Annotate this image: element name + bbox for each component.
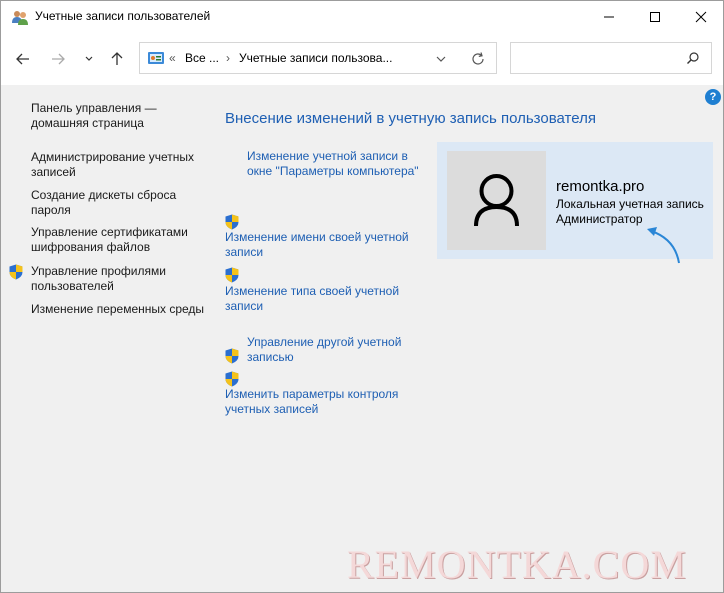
minimize-icon: [604, 16, 614, 18]
sidebar-item-password-reset-disk[interactable]: Создание дискеты сброса пароля: [31, 188, 211, 218]
account-type: Локальная учетная запись: [556, 197, 704, 211]
task-manage-another-account[interactable]: Управление другой учетной записью: [247, 335, 417, 365]
chevron-down-icon[interactable]: [434, 52, 448, 66]
address-overflow[interactable]: «: [169, 51, 176, 65]
arrow-left-icon: [16, 53, 29, 65]
close-button[interactable]: [678, 1, 724, 33]
sidebar-item-encryption-certificates[interactable]: Управление сертификатами шифрования файл…: [31, 225, 211, 255]
task-change-account-name[interactable]: Изменение имени своей учетной записи: [225, 230, 420, 260]
user-name: remontka.pro: [556, 178, 645, 195]
recent-locations-button[interactable]: [77, 47, 101, 71]
uac-shield-icon: [225, 348, 239, 364]
window-title: Учетные записи пользователей: [35, 9, 211, 23]
forward-button[interactable]: [46, 47, 70, 71]
users-icon: [12, 11, 28, 25]
navigation-bar: « Все ... › Учетные записи пользова...: [1, 33, 723, 85]
avatar: [447, 151, 546, 250]
close-icon: [695, 11, 707, 23]
arrow-up-icon: [111, 52, 123, 65]
search-box[interactable]: [510, 42, 712, 74]
refresh-icon[interactable]: [470, 51, 486, 67]
uac-shield-icon: [225, 214, 239, 230]
watermark: REMONTKA.COM: [347, 542, 687, 587]
maximize-button[interactable]: [632, 1, 678, 33]
arrow-right-icon: [52, 53, 65, 65]
breadcrumb-user-accounts[interactable]: Учетные записи пользова...: [239, 51, 392, 65]
sidebar-item-environment-variables[interactable]: Изменение переменных среды: [31, 302, 211, 317]
search-input[interactable]: [517, 49, 681, 69]
breadcrumb-separator: ›: [226, 51, 230, 65]
user-icon: [474, 174, 519, 227]
help-icon[interactable]: ?: [705, 89, 721, 105]
up-button[interactable]: [105, 47, 129, 71]
minimize-button[interactable]: [586, 1, 632, 33]
sidebar-item-manage-accounts[interactable]: Администрирование учетных записей: [31, 150, 211, 180]
task-change-account-type[interactable]: Изменение типа своей учетной записи: [225, 284, 410, 314]
maximize-icon: [650, 12, 660, 22]
account-role: Администратор: [556, 212, 643, 226]
task-change-in-pc-settings[interactable]: Изменение учетной записи в окне "Парамет…: [247, 149, 422, 179]
uac-shield-icon: [225, 371, 239, 387]
control-panel-icon: [148, 52, 164, 64]
title-bar: Учетные записи пользователей: [1, 1, 723, 33]
back-button[interactable]: [11, 47, 35, 71]
annotation-arrow-icon: [647, 227, 680, 264]
search-icon: [687, 52, 699, 64]
sidebar-item-user-profiles[interactable]: Управление профилями пользователей: [31, 264, 211, 294]
uac-shield-icon: [9, 264, 23, 280]
user-accounts-window: Учетные записи пользователей « Все ... ›…: [0, 0, 724, 593]
uac-shield-icon: [225, 267, 239, 283]
address-bar[interactable]: « Все ... › Учетные записи пользова...: [139, 42, 497, 74]
sidebar-item-control-panel-home[interactable]: Панель управления — домашняя страница: [31, 101, 211, 131]
task-change-uac-settings[interactable]: Изменить параметры контроля учетных запи…: [225, 387, 410, 417]
chevron-down-icon: [85, 56, 93, 61]
breadcrumb-all[interactable]: Все ...: [185, 51, 219, 65]
page-title: Внесение изменений в учетную запись поль…: [225, 110, 596, 127]
